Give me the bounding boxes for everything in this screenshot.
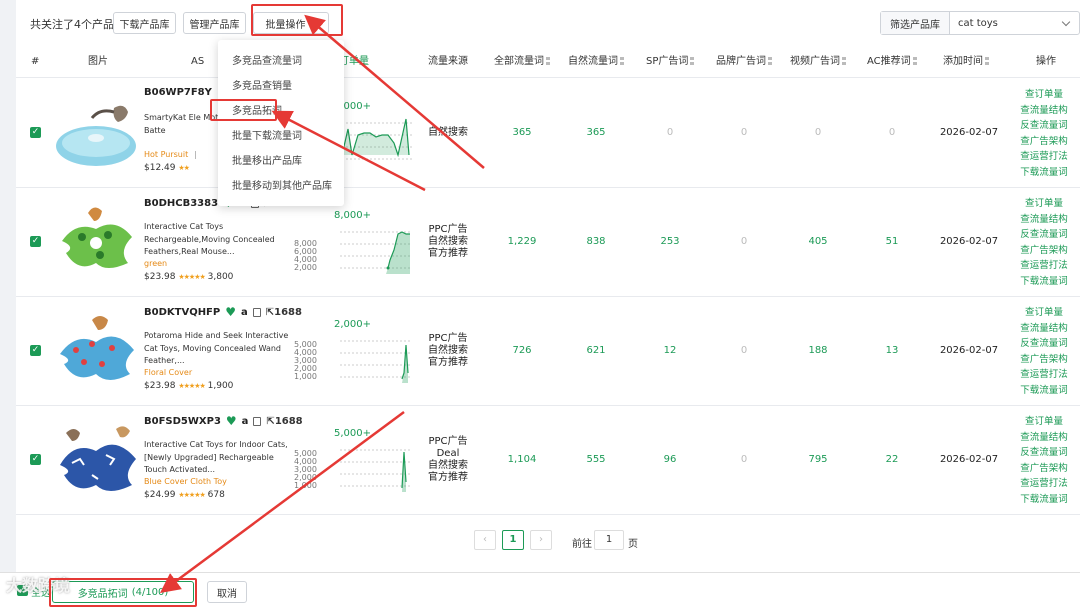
annotation-arrows <box>159 14 485 593</box>
